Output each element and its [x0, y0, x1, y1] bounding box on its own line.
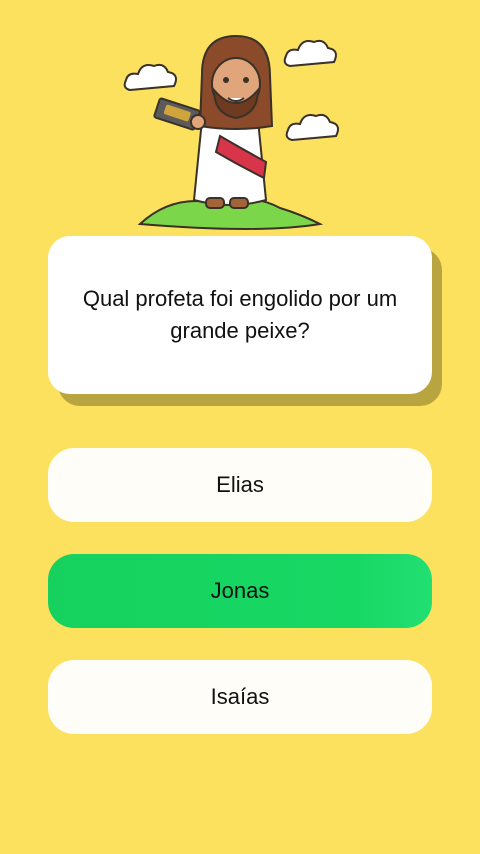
answer-option-jonas[interactable]: Jonas	[48, 554, 432, 628]
cloud-icon-left	[123, 63, 177, 92]
answer-option-isaias[interactable]: Isaías	[48, 660, 432, 734]
answer-label: Elias	[216, 472, 264, 497]
question-text: Qual profeta foi engolido por um grande …	[82, 286, 398, 343]
illustration	[120, 28, 350, 238]
answer-label: Isaías	[210, 684, 270, 709]
answer-label: Jonas	[210, 578, 270, 603]
question-card: Qual profeta foi engolido por um grande …	[48, 236, 432, 394]
cloud-icon-right	[285, 113, 339, 142]
cloud-icon-top-right	[283, 39, 337, 68]
jesus-illustration-icon	[123, 34, 339, 230]
answer-option-elias[interactable]: Elias	[48, 448, 432, 522]
